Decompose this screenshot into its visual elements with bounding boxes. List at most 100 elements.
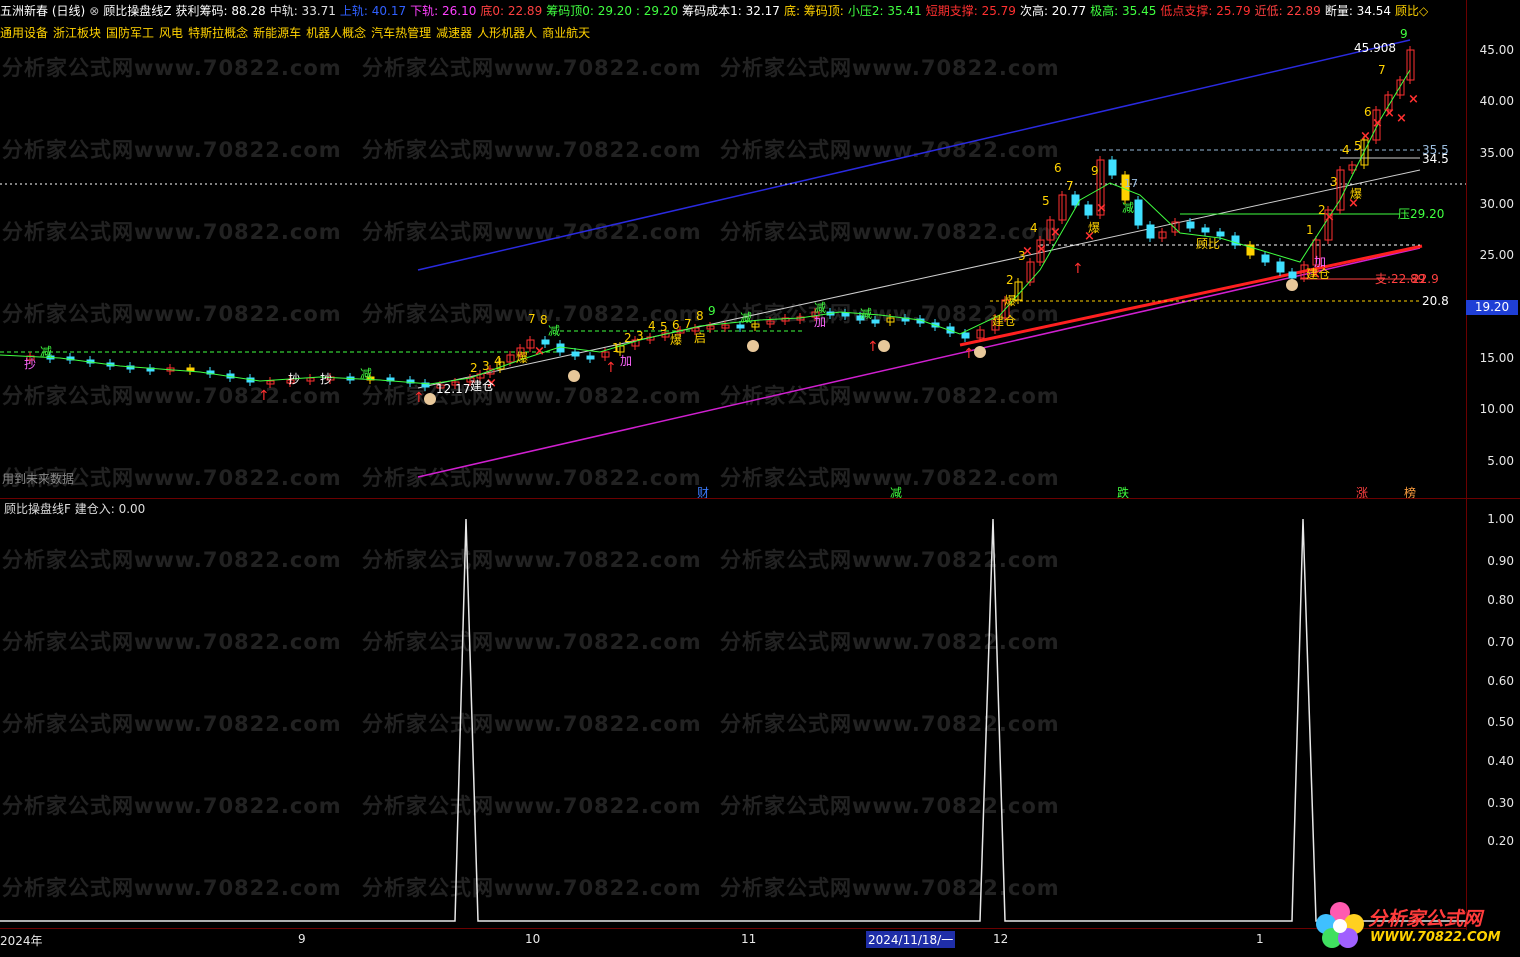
signal-word: 建仓 — [470, 379, 494, 393]
signal-word: 抄 — [24, 357, 36, 371]
signal-word: 减 — [814, 301, 826, 315]
money-bag-icon — [974, 346, 986, 358]
signal-word: 抄 — [320, 372, 332, 386]
candle-body — [736, 324, 745, 329]
count-number: 5 — [660, 320, 668, 334]
sell-cross-icon: × — [1360, 129, 1371, 144]
up-arrow-icon: ↑ — [963, 346, 975, 362]
signal-word: 减 — [860, 307, 872, 321]
count-number: 7 — [684, 317, 692, 331]
candlestick-series — [26, 46, 1415, 392]
lower-channel-line — [417, 247, 1421, 478]
sell-cross-icon: × — [1384, 106, 1395, 121]
candle-body — [186, 367, 195, 372]
count-number: 6 — [1364, 105, 1372, 119]
sub-y-tick-label: 0.90 — [1487, 554, 1514, 568]
signal-word: 减 — [1122, 201, 1134, 215]
money-bag-icon — [424, 393, 436, 405]
flower-logo-icon — [1316, 902, 1364, 948]
sell-cross-icon: × — [1324, 210, 1335, 225]
signal-word: 加 — [620, 354, 632, 368]
future-data-note: 用到未来数据 — [2, 472, 75, 486]
candle-body — [961, 332, 970, 339]
count-number: 2 — [624, 331, 632, 345]
count-number: 8 — [696, 309, 704, 323]
sell-cross-icon: × — [1096, 201, 1107, 216]
sell-cross-icon: × — [1022, 244, 1033, 259]
signal-word: 减 — [360, 367, 372, 381]
count-number: 4 — [1030, 221, 1038, 235]
sub-y-tick-label: 0.40 — [1487, 754, 1514, 768]
count-number: 1 — [1306, 223, 1314, 237]
build-position-signal-line — [0, 518, 1466, 922]
sub-y-tick-label: 0.50 — [1487, 715, 1514, 729]
brand-url: WWW.70822.COM — [1370, 930, 1501, 945]
sub-y-tick-label: 0.60 — [1487, 674, 1514, 688]
signal-word: 爆 — [670, 333, 682, 347]
count-number: 4 — [494, 354, 502, 368]
candle-body — [1108, 159, 1117, 176]
count-number: 4 — [648, 319, 656, 333]
candle-body — [1288, 271, 1297, 279]
sub-y-tick-label: 1.00 — [1487, 512, 1514, 526]
y-tick-label: 40.00 — [1479, 94, 1514, 108]
signal-word: 加 — [814, 315, 826, 329]
sub-y-tick-label: 0.70 — [1487, 635, 1514, 649]
brand-name: 分析家公式网 — [1368, 908, 1483, 930]
sell-cross-icon: × — [1036, 242, 1047, 257]
x-tick-label: 11 — [741, 932, 757, 946]
signal-word: 顾比 — [1196, 237, 1220, 251]
signal-word: 减 — [40, 345, 52, 359]
sub-y-tick-label: 0.80 — [1487, 593, 1514, 607]
money-bag-icon — [568, 370, 580, 382]
money-bag-icon — [747, 340, 759, 352]
y-axis-border — [1466, 0, 1467, 930]
y-tick-label: 15.00 — [1479, 351, 1514, 365]
signal-markers: 2 3 47 812 34 5 6 78 923456791234 5679××× ×× ××××××… — [24, 27, 1419, 406]
signal-word: 建仓 — [992, 314, 1016, 328]
candle-body — [1186, 221, 1195, 229]
candle-body — [1201, 227, 1210, 233]
count-number: 9 — [1400, 27, 1408, 41]
candle-body — [1084, 204, 1093, 216]
main-price-chart[interactable]: 45.908 12.17 35.5 34.5 压29.20 支:22.89 22… — [0, 0, 1466, 498]
count-number: 3 — [482, 359, 490, 373]
count-number: 2 — [1006, 273, 1014, 287]
count-number: 5 — [1042, 194, 1050, 208]
count-number: 9 — [708, 304, 716, 318]
count-number: 7 — [1378, 63, 1386, 77]
candle-body — [571, 351, 580, 357]
sub-y-tick-label: 0.20 — [1487, 834, 1514, 848]
signal-word: 减 — [548, 324, 560, 338]
count-number: 1 — [612, 341, 620, 355]
sell-cross-icon: × — [1050, 225, 1061, 240]
signal-word: 爆 — [1004, 294, 1016, 308]
candle-body — [871, 319, 880, 324]
count-number: 6 — [1054, 161, 1062, 175]
sub-y-tick-label: 0.30 — [1487, 796, 1514, 810]
brand-logo: 分析家公式网 WWW.70822.COM — [1312, 898, 1512, 950]
up-arrow-icon: ↑ — [605, 360, 617, 376]
candle-body — [1276, 261, 1285, 273]
up-arrow-icon: ↑ — [867, 339, 879, 355]
y-tick-label: 5.00 — [1487, 454, 1514, 468]
candle-body — [1216, 231, 1225, 237]
date-cursor: 2024/11/18/一 — [866, 931, 956, 948]
candle-body — [586, 355, 595, 360]
up-arrow-icon: ↑ — [1072, 261, 1084, 277]
candle-body — [841, 312, 850, 317]
y-tick-label: 10.00 — [1479, 402, 1514, 416]
candle-body — [1146, 224, 1155, 239]
x-tick-label: 10 — [525, 932, 541, 946]
count-number: 6 — [672, 318, 680, 332]
y-tick-label: 45.00 — [1479, 43, 1514, 57]
sell-cross-icon: × — [1396, 111, 1407, 126]
candle-body — [1134, 199, 1143, 226]
sub-indicator-chart[interactable] — [0, 499, 1466, 929]
y-tick-label: 30.00 — [1479, 197, 1514, 211]
mid-label: 17 — [1124, 177, 1138, 190]
level-20-label: 20.8 — [1422, 294, 1449, 308]
low-price-label: 12.17 — [436, 382, 470, 396]
count-number: 2 — [470, 361, 478, 375]
count-number: 7 — [1066, 179, 1074, 193]
